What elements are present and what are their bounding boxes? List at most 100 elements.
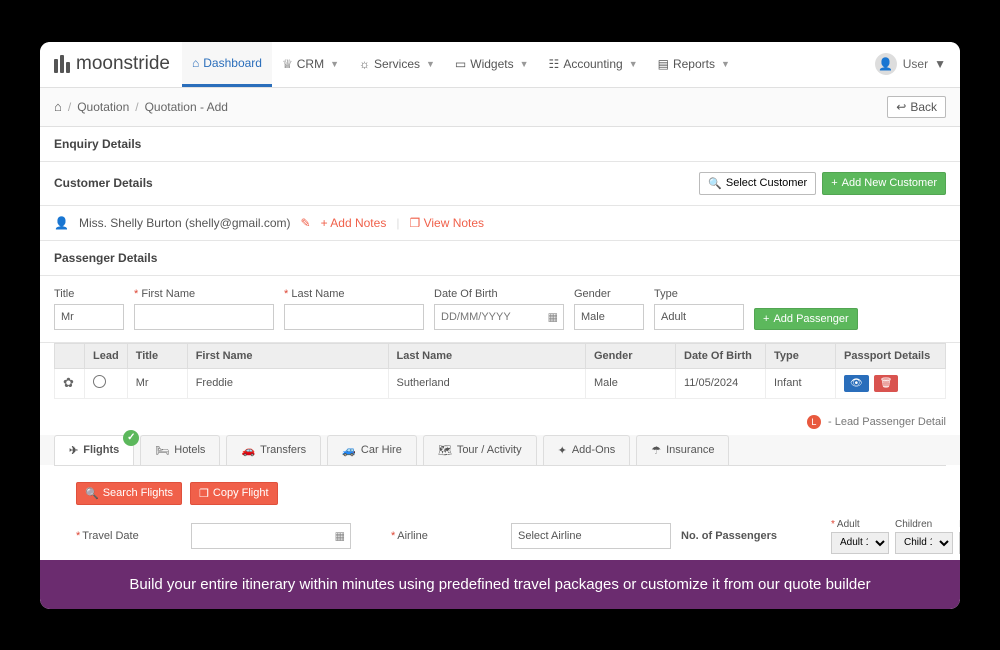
add-notes-link[interactable]: + Add Notes <box>321 216 387 230</box>
select-customer-button[interactable]: 🔍 Select Customer <box>699 172 816 195</box>
travel-date-input[interactable] <box>191 523 351 549</box>
accounting-icon: ☷ <box>549 57 560 71</box>
dob-input[interactable] <box>434 304 564 330</box>
lastname-label: * Last Name <box>284 288 424 300</box>
calendar-icon[interactable]: ▦ <box>548 310 558 323</box>
view-notes-link[interactable]: ❐ View Notes <box>409 216 484 230</box>
nav-widgets[interactable]: ▭ Widgets ▼ <box>445 42 539 87</box>
airline-input[interactable] <box>511 523 671 549</box>
cell-dob: 11/05/2024 <box>676 368 766 398</box>
breadcrumb: ⌂ / Quotation / Quotation - Add ↩ Back <box>40 88 960 127</box>
child-count-select[interactable]: Child 1 <box>895 532 953 554</box>
car-icon: 🚙 <box>342 444 356 457</box>
copy-flight-button[interactable]: ❐ Copy Flight <box>190 482 278 505</box>
type-select[interactable] <box>654 304 744 330</box>
tab-flights[interactable]: ✈ Flights ✓ <box>54 435 134 465</box>
calendar-icon[interactable]: ▦ <box>335 530 345 543</box>
lead-radio[interactable] <box>93 375 106 388</box>
chevron-down-icon: ▼ <box>330 59 339 69</box>
th-lead: Lead <box>85 343 128 368</box>
infant-count-select[interactable]: Infan... <box>959 532 960 554</box>
map-icon: 🗺 <box>438 444 452 457</box>
chevron-down-icon: ▼ <box>934 57 946 71</box>
check-icon: ✓ <box>123 430 139 446</box>
firstname-input[interactable] <box>134 304 274 330</box>
gender-label: Gender <box>574 288 644 300</box>
home-icon: ⌂ <box>192 56 199 70</box>
gender-select[interactable] <box>574 304 644 330</box>
add-passenger-button[interactable]: + Add Passenger <box>754 308 858 330</box>
plane-icon: ✈ <box>69 444 78 457</box>
crm-icon: ♕ <box>282 57 293 71</box>
search-flights-button[interactable]: 🔍 Search Flights <box>76 482 182 505</box>
chevron-down-icon: ▼ <box>426 59 435 69</box>
title-input[interactable] <box>54 304 124 330</box>
service-tabs: ✈ Flights ✓ 🛏Hotels 🚗Transfers 🚙Car Hire… <box>40 435 960 465</box>
home-icon[interactable]: ⌂ <box>54 99 62 114</box>
no-pax-label: No. of Passengers <box>681 530 821 542</box>
adult-count-select[interactable]: Adult 1 <box>831 532 889 554</box>
brand: moonstride <box>54 53 170 75</box>
folder-icon: ▭ <box>455 57 466 71</box>
th-first: First Name <box>187 343 388 368</box>
tab-transfers[interactable]: 🚗Transfers <box>226 435 321 465</box>
gear-icon[interactable]: ✿ <box>63 375 74 390</box>
car-icon: 🚗 <box>241 444 255 457</box>
cell-first: Freddie <box>187 368 388 398</box>
cell-gender: Male <box>586 368 676 398</box>
nav-services[interactable]: ☼ Services ▼ <box>349 42 445 87</box>
travel-date-label: *Travel Date <box>76 530 181 542</box>
tab-hotels[interactable]: 🛏Hotels <box>140 435 220 465</box>
chevron-down-icon: ▼ <box>629 59 638 69</box>
main-nav: ⌂ Dashboard ♕ CRM ▼ ☼ Services ▼ ▭ Widge… <box>182 42 740 87</box>
tab-addons[interactable]: ✦Add-Ons <box>543 435 631 465</box>
nav-crm[interactable]: ♕ CRM ▼ <box>272 42 349 87</box>
brand-text: moonstride <box>76 53 170 75</box>
breadcrumb-l2: Quotation - Add <box>145 100 228 114</box>
lead-legend: L - Lead Passenger Detail <box>40 409 960 435</box>
copy-icon: ❐ <box>409 216 420 230</box>
copy-icon: ❐ <box>199 487 209 500</box>
user-icon: 👤 <box>54 216 69 230</box>
th-last: Last Name <box>388 343 586 368</box>
breadcrumb-l1[interactable]: Quotation <box>77 100 129 114</box>
type-label: Type <box>654 288 744 300</box>
tab-insurance[interactable]: ☂Insurance <box>636 435 729 465</box>
promo-footer: Build your entire itinerary within minut… <box>40 560 960 609</box>
passenger-form: Title * First Name * Last Name Date Of B… <box>40 276 960 343</box>
th-title: Title <box>127 343 187 368</box>
view-passport-button[interactable]: 👁 <box>844 375 869 392</box>
passenger-table: Lead Title First Name Last Name Gender D… <box>40 343 960 409</box>
search-icon: 🔍 <box>708 177 722 190</box>
cell-type: Infant <box>766 368 836 398</box>
airline-label: *Airline <box>391 530 501 542</box>
user-menu[interactable]: 👤 User ▼ <box>875 53 946 75</box>
delete-row-button[interactable]: 🗑 <box>874 375 899 392</box>
back-button[interactable]: ↩ Back <box>887 96 946 118</box>
add-customer-button[interactable]: + Add New Customer <box>822 172 946 195</box>
puzzle-icon: ✦ <box>558 444 567 457</box>
content-area: Enquiry Details Customer Details 🔍 Selec… <box>40 127 960 609</box>
edit-icon[interactable]: ✎ <box>301 216 311 230</box>
cell-last: Sutherland <box>388 368 586 398</box>
chevron-down-icon: ▼ <box>520 59 529 69</box>
nav-reports[interactable]: ▤ Reports ▼ <box>648 42 740 87</box>
lastname-input[interactable] <box>284 304 424 330</box>
tab-carhire[interactable]: 🚙Car Hire <box>327 435 417 465</box>
nav-dashboard[interactable]: ⌂ Dashboard <box>182 42 272 87</box>
nav-accounting[interactable]: ☷ Accounting ▼ <box>539 42 648 87</box>
th-type: Type <box>766 343 836 368</box>
bed-icon: 🛏 <box>155 444 169 457</box>
tab-tour[interactable]: 🗺Tour / Activity <box>423 435 537 465</box>
th-passport: Passport Details <box>836 343 946 368</box>
reports-icon: ▤ <box>658 57 669 71</box>
passenger-details-title: Passenger Details <box>40 241 960 276</box>
avatar-icon: 👤 <box>875 53 897 75</box>
table-row: ✿ Mr Freddie Sutherland Male 11/05/2024 … <box>55 368 946 398</box>
search-icon: 🔍 <box>85 487 99 500</box>
th-gender: Gender <box>586 343 676 368</box>
cell-title: Mr <box>127 368 187 398</box>
back-arrow-icon: ↩ <box>896 100 906 114</box>
customer-details-title: Customer Details <box>54 176 153 190</box>
brand-logo-icon <box>54 55 70 73</box>
